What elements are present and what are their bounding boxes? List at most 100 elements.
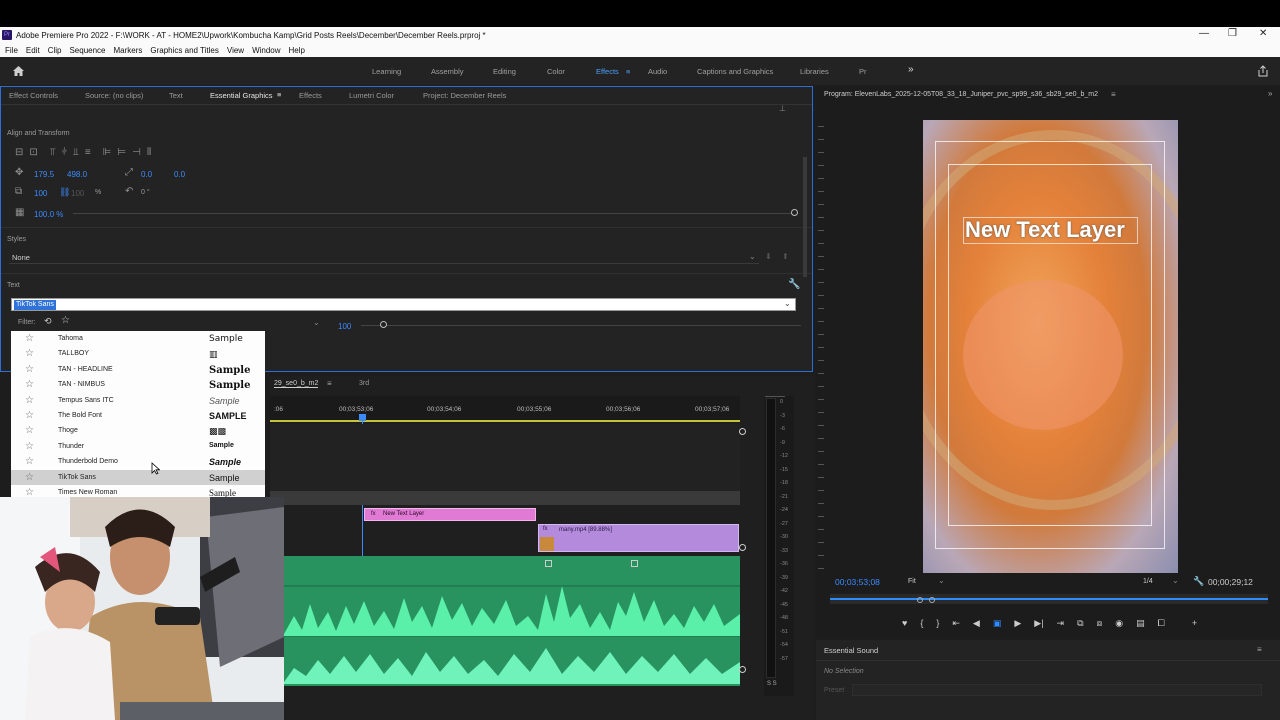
star-icon[interactable]: ☆ (25, 333, 34, 344)
minimize-icon[interactable]: — (1199, 28, 1209, 39)
menu-edit[interactable]: Edit (26, 46, 40, 55)
list-item[interactable]: ☆ Thunderbold Demo Sample (11, 454, 265, 469)
work-area-bar[interactable] (270, 420, 740, 422)
close-icon[interactable]: ✕ (1259, 28, 1267, 39)
panel-scrollbar[interactable] (803, 157, 807, 277)
star-icon[interactable]: ☆ (25, 472, 34, 483)
font-size-value[interactable]: 100 (338, 322, 351, 331)
text-clip[interactable]: fx New Text Layer (364, 508, 536, 521)
workspace-menu-icon[interactable]: ≡ (626, 67, 630, 76)
sync-style-icon[interactable]: ⬆ (782, 252, 789, 261)
share-icon[interactable] (1257, 65, 1269, 77)
workspace-pr[interactable]: Pr (859, 67, 867, 76)
workspace-captions[interactable]: Captions and Graphics (697, 67, 773, 76)
safe-margins-icon[interactable]: ▣ (993, 618, 1002, 629)
time-ruler[interactable]: :06 00;03;53;06 00;03;54;06 00;03;55;06 … (270, 396, 740, 422)
tab-source[interactable]: Source: (no clips) (85, 91, 143, 100)
overlay-text-layer[interactable]: New Text Layer (965, 217, 1125, 243)
align-bottom-icon[interactable]: ⫫ (73, 147, 79, 158)
opacity-slider-track[interactable] (73, 213, 795, 214)
sequence-tab[interactable]: 29_se0_b_m2 (274, 380, 319, 388)
star-icon[interactable]: ☆ (25, 395, 34, 406)
list-item[interactable]: ☆ The Bold Font SAMPLE (11, 408, 265, 423)
link-scale-icon[interactable]: ⛓ (59, 187, 70, 198)
position-y-value[interactable]: 498.0 (67, 170, 87, 179)
video-track-empty[interactable] (270, 424, 740, 494)
home-icon[interactable] (12, 65, 25, 77)
video-clip[interactable]: fx many.mp4 [89.88%] (538, 524, 739, 552)
keyframe-marker[interactable] (545, 560, 552, 567)
font-size-slider-handle[interactable] (380, 321, 387, 328)
list-item[interactable]: ☆ Tahoma Sample (11, 331, 265, 346)
go-to-in-icon[interactable]: ⇤ (952, 618, 960, 629)
extract-icon[interactable]: ⧈ (1097, 618, 1103, 629)
out-handle[interactable] (929, 597, 935, 603)
resolution-dropdown[interactable]: 1/4 (1143, 578, 1153, 585)
menu-help[interactable]: Help (289, 46, 305, 55)
expand-icon[interactable]: » (1268, 89, 1272, 98)
go-to-out-icon[interactable]: ⇥ (1057, 618, 1065, 629)
video-frame[interactable]: New Text Layer (923, 120, 1178, 573)
scroll-handle[interactable] (739, 544, 746, 551)
opacity-slider-handle[interactable] (791, 209, 798, 216)
comparison-view-icon[interactable]: ▤ (1136, 618, 1145, 629)
vr-icon[interactable]: ⧠ (1158, 618, 1165, 629)
cloud-filter-icon[interactable]: ⟲ (44, 316, 52, 327)
list-item[interactable]: ☆ TAN - HEADLINE Sample (11, 362, 265, 377)
panel-menu-icon[interactable]: ≡ (277, 90, 281, 99)
mark-in-icon[interactable]: { (920, 618, 923, 629)
align-to-selection-icon[interactable]: ⊡ (29, 147, 37, 158)
play-icon[interactable]: ▶ (1014, 618, 1021, 629)
scale-value[interactable]: 100 (34, 189, 47, 198)
align-vcenter-icon[interactable]: ⫩ (61, 147, 67, 158)
anchor-y-value[interactable]: 0.0 (174, 170, 185, 179)
scale-height-value[interactable]: 100 (71, 189, 84, 198)
tab-effect-controls[interactable]: Effect Controls (9, 91, 58, 100)
workspace-editing[interactable]: Editing (493, 67, 516, 76)
lift-icon[interactable]: ⧉ (1077, 618, 1083, 629)
font-family-input[interactable]: TikTok Sans ⌄ (11, 298, 796, 311)
menu-markers[interactable]: Markers (114, 46, 143, 55)
settings-wrench-icon[interactable]: 🔧 (1193, 576, 1204, 587)
in-handle[interactable] (917, 597, 923, 603)
menu-window[interactable]: Window (252, 46, 280, 55)
program-title[interactable]: Program: ElevenLabs_2025-12-05T08_33_18_… (824, 91, 1098, 98)
align-right-icon[interactable]: ⊣ (132, 147, 141, 158)
menu-clip[interactable]: Clip (48, 46, 62, 55)
fit-dropdown[interactable]: Fit (908, 578, 916, 585)
star-icon[interactable]: ☆ (25, 348, 34, 359)
menu-file[interactable]: File (5, 46, 18, 55)
essential-sound-title[interactable]: Essential Sound (824, 646, 878, 655)
sequence-menu-icon[interactable]: ≡ (327, 379, 332, 388)
tab-essential-graphics[interactable]: Essential Graphics (210, 91, 273, 100)
panel-menu-icon[interactable]: ≡ (1257, 645, 1262, 654)
workspace-audio[interactable]: Audio (648, 67, 667, 76)
workspace-color[interactable]: Color (547, 67, 565, 76)
chevron-down-icon[interactable]: ⌄ (313, 318, 320, 327)
audio-track[interactable] (284, 556, 740, 686)
star-icon[interactable]: ☆ (25, 456, 34, 467)
tab-effects[interactable]: Effects (299, 91, 322, 100)
scroll-handle[interactable] (739, 666, 746, 673)
workspace-libraries[interactable]: Libraries (800, 67, 829, 76)
styles-dropdown[interactable]: None ⌄ (9, 251, 759, 264)
list-item[interactable]: ☆ TAN - NIMBUS Sample (11, 377, 265, 392)
tab-text[interactable]: Text (169, 91, 183, 100)
preset-dropdown[interactable] (852, 684, 1262, 696)
distribute-h-icon[interactable]: ⦀ (147, 147, 151, 158)
tab-lumetri-color[interactable]: Lumetri Color (349, 91, 394, 100)
align-hcenter-icon[interactable]: ⊨ (117, 147, 126, 158)
star-icon[interactable]: ☆ (25, 379, 34, 390)
new-layer-icon[interactable]: ⊥ (779, 104, 786, 113)
scroll-handle[interactable] (739, 428, 746, 435)
meter-solo-buttons[interactable]: S S (767, 681, 777, 687)
wrench-icon[interactable]: 🔧 (788, 279, 800, 290)
anchor-x-value[interactable]: 0.0 (141, 170, 152, 179)
distribute-v-icon[interactable]: ≡ (85, 147, 91, 158)
chevron-down-icon[interactable]: ⌄ (784, 299, 791, 308)
font-size-slider-track[interactable] (361, 325, 801, 326)
button-editor-icon[interactable]: + (1192, 618, 1197, 629)
workspace-assembly[interactable]: Assembly (431, 67, 464, 76)
align-left-icon[interactable]: ⊫ (103, 147, 112, 158)
sequence-tab-3rd[interactable]: 3rd (359, 380, 369, 387)
